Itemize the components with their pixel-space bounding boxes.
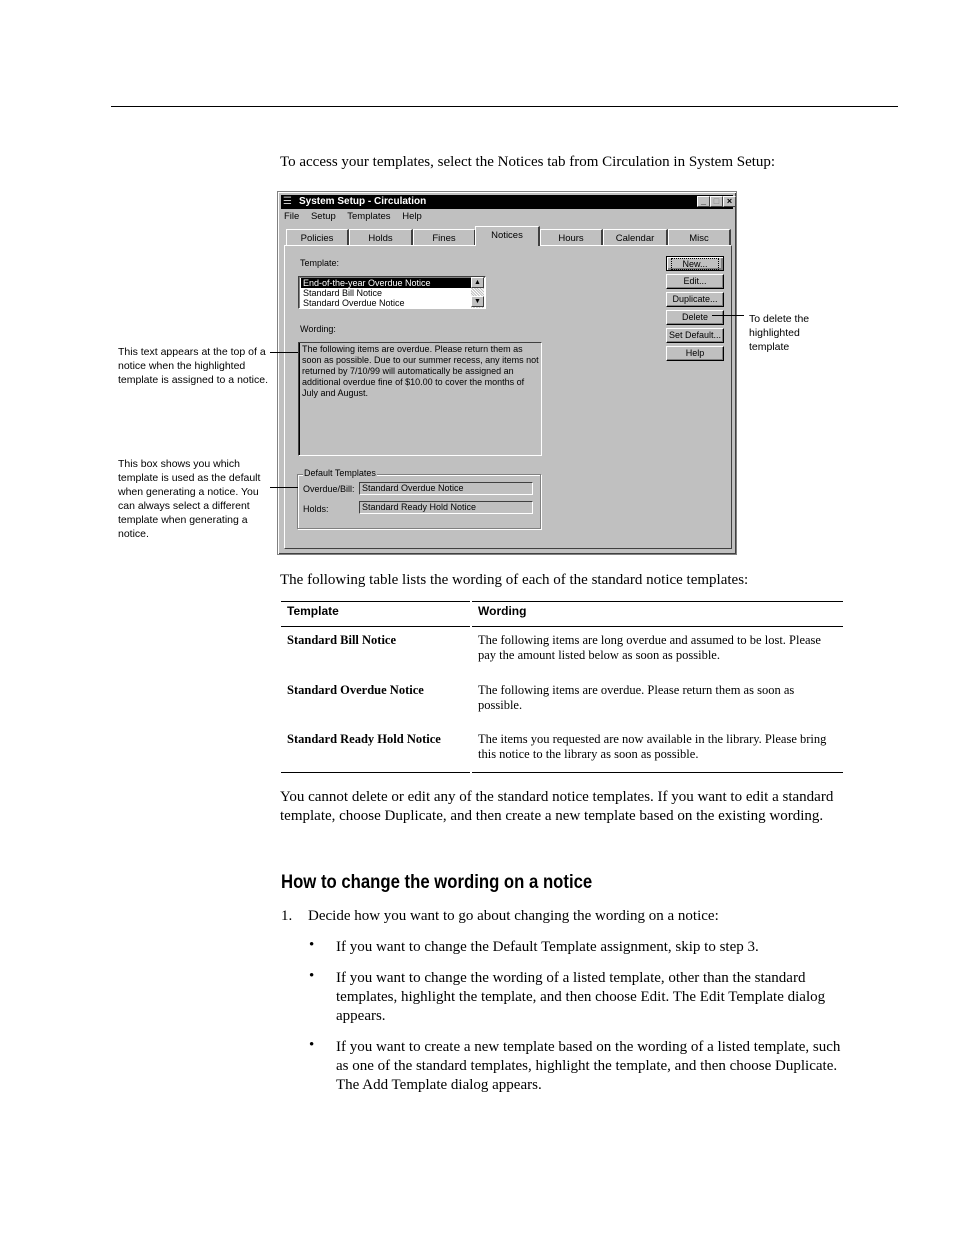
- table-cell-template: Standard Bill Notice: [287, 633, 397, 647]
- window-title: System Setup - Circulation: [299, 196, 427, 207]
- wording-label: Wording:: [300, 324, 336, 334]
- bullet-item: If you want to change the Default Templa…: [336, 939, 759, 955]
- intro-text: To access your templates, select the Not…: [280, 154, 776, 170]
- title-bar: ☰ System Setup - Circulation _ □ ×: [281, 195, 736, 209]
- wording-textbox[interactable]: The following items are overdue. Please …: [298, 342, 542, 456]
- new-button[interactable]: New...: [666, 256, 724, 271]
- overdue-bill-field: Standard Overdue Notice: [359, 482, 533, 495]
- table-header-rule: [281, 626, 470, 627]
- table-header-rule: [472, 626, 843, 627]
- scroll-up-button[interactable]: ▲: [471, 277, 484, 288]
- bullet-icon: •: [309, 968, 315, 984]
- table-cell-wording: The items you requested are now availabl…: [478, 732, 827, 761]
- table-bottom-rule: [472, 772, 843, 773]
- step-number: 1.: [281, 908, 293, 924]
- delete-callout: To delete the highlighted template: [749, 313, 810, 353]
- table-cell-template: Standard Overdue Notice: [287, 683, 424, 697]
- minimize-button[interactable]: _: [697, 196, 710, 207]
- duplicate-button[interactable]: Duplicate...: [666, 292, 724, 307]
- template-list-item[interactable]: Standard Overdue Notice: [301, 298, 475, 308]
- set-default-button[interactable]: Set Default...: [666, 328, 724, 343]
- tab-calendar[interactable]: Calendar: [603, 229, 668, 245]
- tab-policies[interactable]: Policies: [286, 229, 349, 245]
- bullet-icon: •: [309, 1037, 315, 1053]
- template-list-item[interactable]: End-of-the-year Overdue Notice: [301, 278, 475, 288]
- tab-holds[interactable]: Holds: [349, 229, 413, 245]
- system-setup-dialog: ☰ System Setup - Circulation _ □ × File …: [277, 191, 737, 555]
- default-templates-group: Default Templates Overdue/Bill: Standard…: [297, 468, 541, 529]
- table-cell-template: Standard Ready Hold Notice: [287, 732, 441, 746]
- holds-label: Holds:: [303, 504, 329, 514]
- wording-callout: This text appears at the top of a notice…: [118, 346, 269, 386]
- tab-misc[interactable]: Misc: [668, 229, 731, 245]
- app-icon: ☰: [283, 196, 292, 207]
- column-header-wording: Wording: [478, 604, 527, 618]
- column-header-template: Template: [287, 604, 339, 618]
- new-button-label: New...: [671, 258, 719, 270]
- maximize-button[interactable]: □: [710, 196, 723, 207]
- wording-callout-leader: [270, 352, 298, 353]
- bullet-item: If you want to create a new template bas…: [336, 1039, 841, 1093]
- menu-help[interactable]: Help: [402, 211, 422, 222]
- table-top-rule: [472, 601, 843, 602]
- template-listbox[interactable]: End-of-the-year Overdue Notice Standard …: [298, 276, 486, 309]
- step-text: Decide how you want to go about changing…: [308, 908, 719, 924]
- tab-hours[interactable]: Hours: [540, 229, 603, 245]
- help-button[interactable]: Help: [666, 346, 724, 361]
- template-list-item[interactable]: Standard Bill Notice: [301, 288, 475, 298]
- default-templates-legend: Default Templates: [303, 468, 377, 478]
- delete-callout-leader: [712, 315, 744, 316]
- tab-notices[interactable]: Notices: [475, 226, 540, 246]
- scroll-down-button[interactable]: ▼: [471, 296, 484, 307]
- template-label: Template:: [300, 258, 340, 268]
- defaults-callout: This box shows you which template is use…: [118, 458, 261, 540]
- bullet-item: If you want to change the wording of a l…: [336, 970, 826, 1024]
- table-top-rule: [281, 601, 470, 602]
- after-table-paragraph: You cannot delete or edit any of the sta…: [280, 789, 834, 824]
- overdue-bill-label: Overdue/Bill:: [303, 484, 355, 494]
- defaults-callout-leader: [270, 487, 298, 488]
- menu-file[interactable]: File: [284, 211, 299, 222]
- bullet-icon: •: [309, 937, 315, 953]
- section-heading: How to change the wording on a notice: [281, 872, 593, 893]
- close-button[interactable]: ×: [723, 196, 736, 207]
- table-bottom-rule: [281, 772, 470, 773]
- holds-field: Standard Ready Hold Notice: [359, 501, 533, 514]
- delete-button[interactable]: Delete: [666, 310, 724, 325]
- menu-setup[interactable]: Setup: [311, 211, 336, 222]
- menu-bar: File Setup Templates Help: [284, 211, 431, 225]
- table-intro: The following table lists the wording of…: [280, 572, 749, 588]
- edit-button[interactable]: Edit...: [666, 274, 724, 289]
- table-cell-wording: The following items are overdue. Please …: [478, 683, 795, 712]
- menu-templates[interactable]: Templates: [347, 211, 390, 222]
- table-cell-wording: The following items are long overdue and…: [478, 633, 821, 662]
- tab-fines[interactable]: Fines: [413, 229, 476, 245]
- header-rule: [111, 106, 898, 107]
